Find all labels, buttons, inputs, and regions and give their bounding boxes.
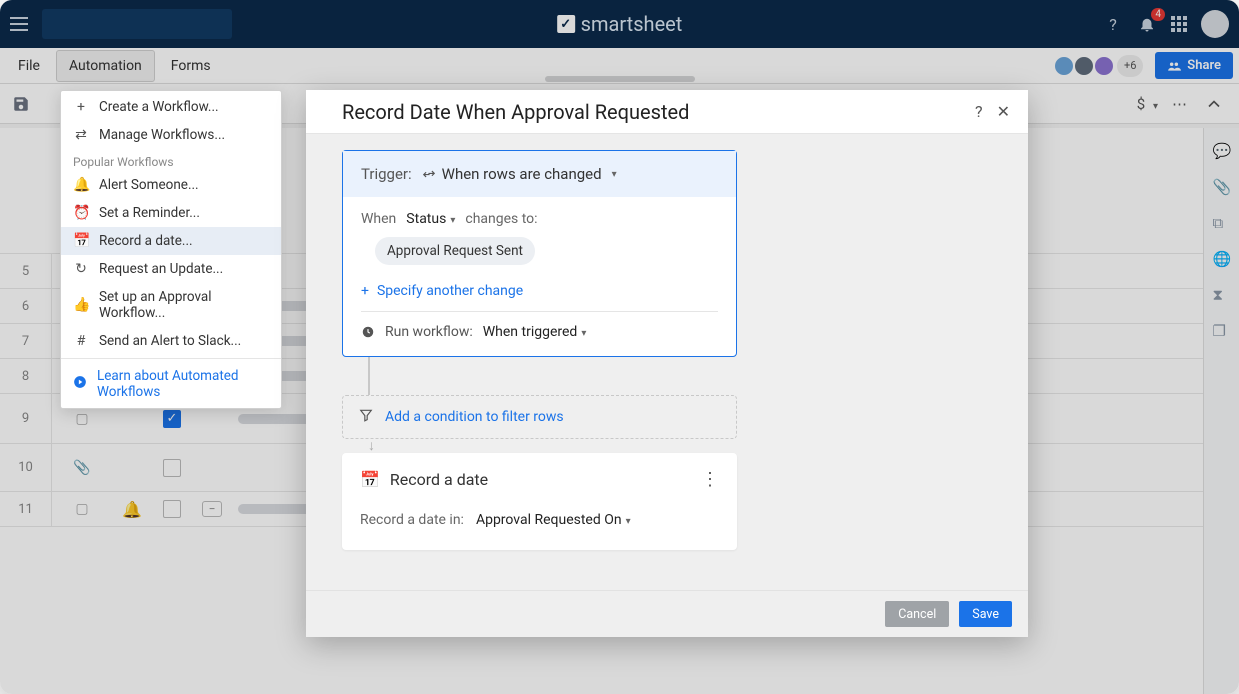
summary-icon[interactable]: ❐	[1213, 322, 1231, 340]
menu-automation[interactable]: Automation	[56, 50, 155, 82]
arrow-down-icon: ↓	[368, 439, 992, 453]
changes-to-label: changes to:	[465, 211, 537, 227]
more-toolbar-icon[interactable]: ⋯	[1172, 95, 1187, 113]
slack-icon: #	[73, 333, 89, 349]
when-label: When	[361, 211, 396, 227]
menu-forms[interactable]: Forms	[159, 51, 223, 81]
dd-request-update[interactable]: ↻Request an Update...	[61, 255, 281, 283]
calendar-icon: 📅	[360, 470, 380, 489]
dd-create-workflow[interactable]: +Create a Workflow...	[61, 93, 281, 121]
save-icon[interactable]	[12, 95, 30, 113]
right-sidebar: 💬 📎 ⧉ 🌐 ⧗ ❐	[1203, 128, 1239, 694]
attachments-icon[interactable]: 📎	[1213, 178, 1231, 196]
action-title: Record a date	[390, 470, 488, 489]
when-field-select[interactable]: Status▾	[406, 211, 455, 227]
activity-icon[interactable]: ⧗	[1213, 286, 1231, 304]
record-in-select[interactable]: Approval Requested On▾	[476, 512, 631, 528]
modal-close-icon[interactable]: ✕	[997, 102, 1010, 121]
proofing-icon[interactable]: ⧉	[1213, 214, 1231, 232]
search-input[interactable]	[42, 9, 232, 39]
collaborator-avatars[interactable]: +6	[1059, 55, 1143, 77]
apps-grid-icon[interactable]	[1171, 16, 1187, 32]
brand-name: smartsheet	[581, 12, 683, 36]
bell-icon: 🔔	[73, 177, 89, 193]
user-avatar[interactable]	[1201, 10, 1229, 38]
manage-icon: ⇄	[73, 127, 89, 143]
share-button[interactable]: Share	[1155, 52, 1233, 79]
dd-learn-link[interactable]: Learn about Automated Workflows	[61, 362, 281, 406]
publish-icon[interactable]: 🌐	[1213, 250, 1231, 268]
plus-icon: +	[361, 283, 369, 299]
comments-icon[interactable]: 💬	[1213, 142, 1231, 160]
specify-another-change[interactable]: + Specify another change	[361, 283, 718, 299]
change-arrows-icon	[422, 167, 436, 181]
filter-icon	[359, 408, 373, 426]
smartsheet-mark-icon: ✓	[557, 15, 575, 33]
refresh-icon: ↻	[73, 261, 89, 277]
modal-help-icon[interactable]: ?	[975, 102, 983, 121]
play-icon	[73, 375, 87, 393]
dd-alert-someone[interactable]: 🔔Alert Someone...	[61, 171, 281, 199]
workflow-modal: Record Date When Approval Requested ? ✕ …	[306, 90, 1028, 637]
connector-line	[368, 357, 370, 395]
dd-set-reminder[interactable]: ⏰Set a Reminder...	[61, 199, 281, 227]
clock-icon: ⏰	[73, 205, 89, 221]
action-more-icon[interactable]: ⋮	[701, 469, 719, 490]
action-card: 📅 Record a date ⋮ Record a date in: Appr…	[342, 453, 737, 550]
tab-drag-handle[interactable]	[545, 76, 695, 82]
add-condition[interactable]: Add a condition to filter rows	[342, 395, 737, 439]
dd-record-date[interactable]: 📅Record a date...	[61, 227, 281, 255]
cancel-button[interactable]: Cancel	[885, 601, 949, 627]
menu-file[interactable]: File	[6, 51, 52, 81]
run-workflow-label: Run workflow:	[385, 324, 473, 340]
notifications-badge: 4	[1151, 8, 1165, 21]
collaborator-more[interactable]: +6	[1117, 55, 1143, 77]
people-icon	[1167, 59, 1181, 73]
dd-slack-alert[interactable]: #Send an Alert to Slack...	[61, 327, 281, 355]
currency-button[interactable]: $ ▾	[1137, 95, 1158, 113]
status-value-chip[interactable]: Approval Request Sent	[375, 237, 535, 265]
top-bar: ✓ smartsheet ? 4	[0, 0, 1239, 48]
thumb-icon: 👍	[73, 297, 89, 313]
trigger-type-select[interactable]: When rows are changed▾	[422, 165, 617, 183]
dd-section-label: Popular Workflows	[61, 149, 281, 171]
collapse-panel-icon[interactable]	[1201, 91, 1227, 117]
trigger-card: Trigger: When rows are changed▾ When Sta…	[342, 150, 737, 357]
dd-manage-workflows[interactable]: ⇄Manage Workflows...	[61, 121, 281, 149]
plus-icon: +	[73, 99, 89, 115]
save-button[interactable]: Save	[959, 601, 1012, 627]
trigger-label: Trigger:	[361, 165, 412, 183]
dd-approval-workflow[interactable]: 👍Set up an Approval Workflow...	[61, 283, 281, 327]
automation-dropdown: +Create a Workflow... ⇄Manage Workflows.…	[60, 90, 282, 409]
run-workflow-select[interactable]: When triggered▾	[483, 324, 587, 340]
calendar-icon: 📅	[73, 233, 89, 249]
clock-icon	[361, 325, 375, 339]
share-label: Share	[1187, 58, 1221, 73]
notifications-icon[interactable]: 4	[1137, 14, 1157, 34]
hamburger-menu-icon[interactable]	[10, 17, 28, 31]
brand-logo: ✓ smartsheet	[557, 12, 683, 36]
modal-title: Record Date When Approval Requested	[342, 100, 689, 124]
help-icon[interactable]: ?	[1103, 14, 1123, 34]
record-in-label: Record a date in:	[360, 512, 464, 528]
